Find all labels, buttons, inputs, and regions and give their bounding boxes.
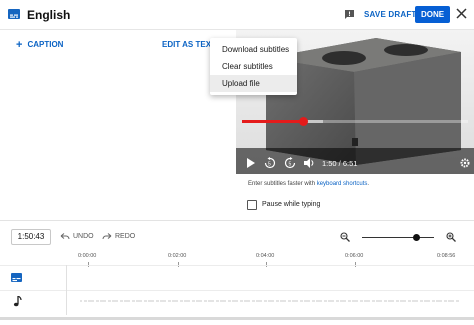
zoom-slider[interactable] xyxy=(362,234,434,241)
track-header-divider xyxy=(66,265,67,315)
volume-icon[interactable] xyxy=(304,158,315,168)
shortcuts-hint-text: Enter subtitles faster with xyxy=(248,181,317,187)
language-title: English xyxy=(27,8,71,22)
svg-text:5: 5 xyxy=(268,162,271,168)
done-button[interactable]: DONE xyxy=(415,6,450,23)
tick-label: 0:06:00 xyxy=(345,253,364,259)
current-time-input[interactable]: 1:50:43 xyxy=(11,229,51,245)
progress-bar[interactable] xyxy=(242,117,468,126)
tick-label: 0:00:00 xyxy=(78,253,97,259)
rewind-5-icon[interactable]: 5 xyxy=(264,157,276,169)
menu-item-upload-file[interactable]: Upload file xyxy=(210,75,297,92)
zoom-in-icon[interactable] xyxy=(446,232,456,242)
gear-icon[interactable] xyxy=(460,158,470,168)
menu-item-download-subtitles[interactable]: Download subtitles xyxy=(210,41,297,58)
edit-as-text-button[interactable]: EDIT AS TEXT xyxy=(162,40,216,49)
play-icon[interactable] xyxy=(246,158,255,168)
track-divider xyxy=(0,290,474,291)
subtitles-icon xyxy=(8,9,20,19)
feedback-icon[interactable] xyxy=(344,9,355,20)
music-note-icon xyxy=(13,296,22,307)
undo-button[interactable]: UNDO xyxy=(60,233,94,240)
shortcuts-hint: Enter subtitles faster with keyboard sho… xyxy=(248,181,369,187)
redo-button[interactable]: REDO xyxy=(102,233,135,240)
caption-list-pane xyxy=(0,30,236,220)
timeline-scrollbar[interactable] xyxy=(0,317,474,320)
redo-icon xyxy=(102,233,112,240)
forward-5-icon[interactable]: 5 xyxy=(284,157,296,169)
undo-icon xyxy=(60,233,70,240)
save-draft-button[interactable]: SAVE DRAFT xyxy=(364,10,417,19)
add-caption-button[interactable]: + CAPTION xyxy=(16,38,64,51)
add-caption-label: CAPTION xyxy=(27,40,64,49)
pause-while-typing-checkbox[interactable] xyxy=(247,200,257,210)
played-bar xyxy=(242,120,303,123)
menu-item-clear-subtitles[interactable]: Clear subtitles xyxy=(210,58,297,75)
tick-label: 0:02:00 xyxy=(168,253,187,259)
options-menu: Download subtitles Clear subtitles Uploa… xyxy=(210,38,297,95)
tick-label: 0:04:00 xyxy=(256,253,275,259)
progress-scrubber[interactable] xyxy=(298,117,308,126)
redo-label: REDO xyxy=(115,233,136,240)
time-display: 1:50 / 6:51 xyxy=(322,159,358,168)
zoom-slider-handle[interactable] xyxy=(413,234,420,241)
close-icon[interactable] xyxy=(456,8,467,19)
audio-waveform xyxy=(80,300,459,302)
zoom-out-icon[interactable] xyxy=(340,232,350,242)
timeline-ruler: 0:00:00 0:02:00 0:04:00 0:06:00 0:08:56 xyxy=(66,247,474,267)
svg-text:5: 5 xyxy=(289,162,292,168)
subtitles-icon xyxy=(11,273,22,282)
plus-icon: + xyxy=(16,39,23,51)
undo-label: UNDO xyxy=(73,233,94,240)
tick-label: 0:08:56 xyxy=(437,253,456,259)
pause-while-typing-label: Pause while typing xyxy=(262,201,321,208)
track-divider xyxy=(0,265,474,266)
keyboard-shortcuts-link[interactable]: keyboard shortcuts xyxy=(317,181,368,187)
shortcuts-hint-period: . xyxy=(367,181,370,187)
